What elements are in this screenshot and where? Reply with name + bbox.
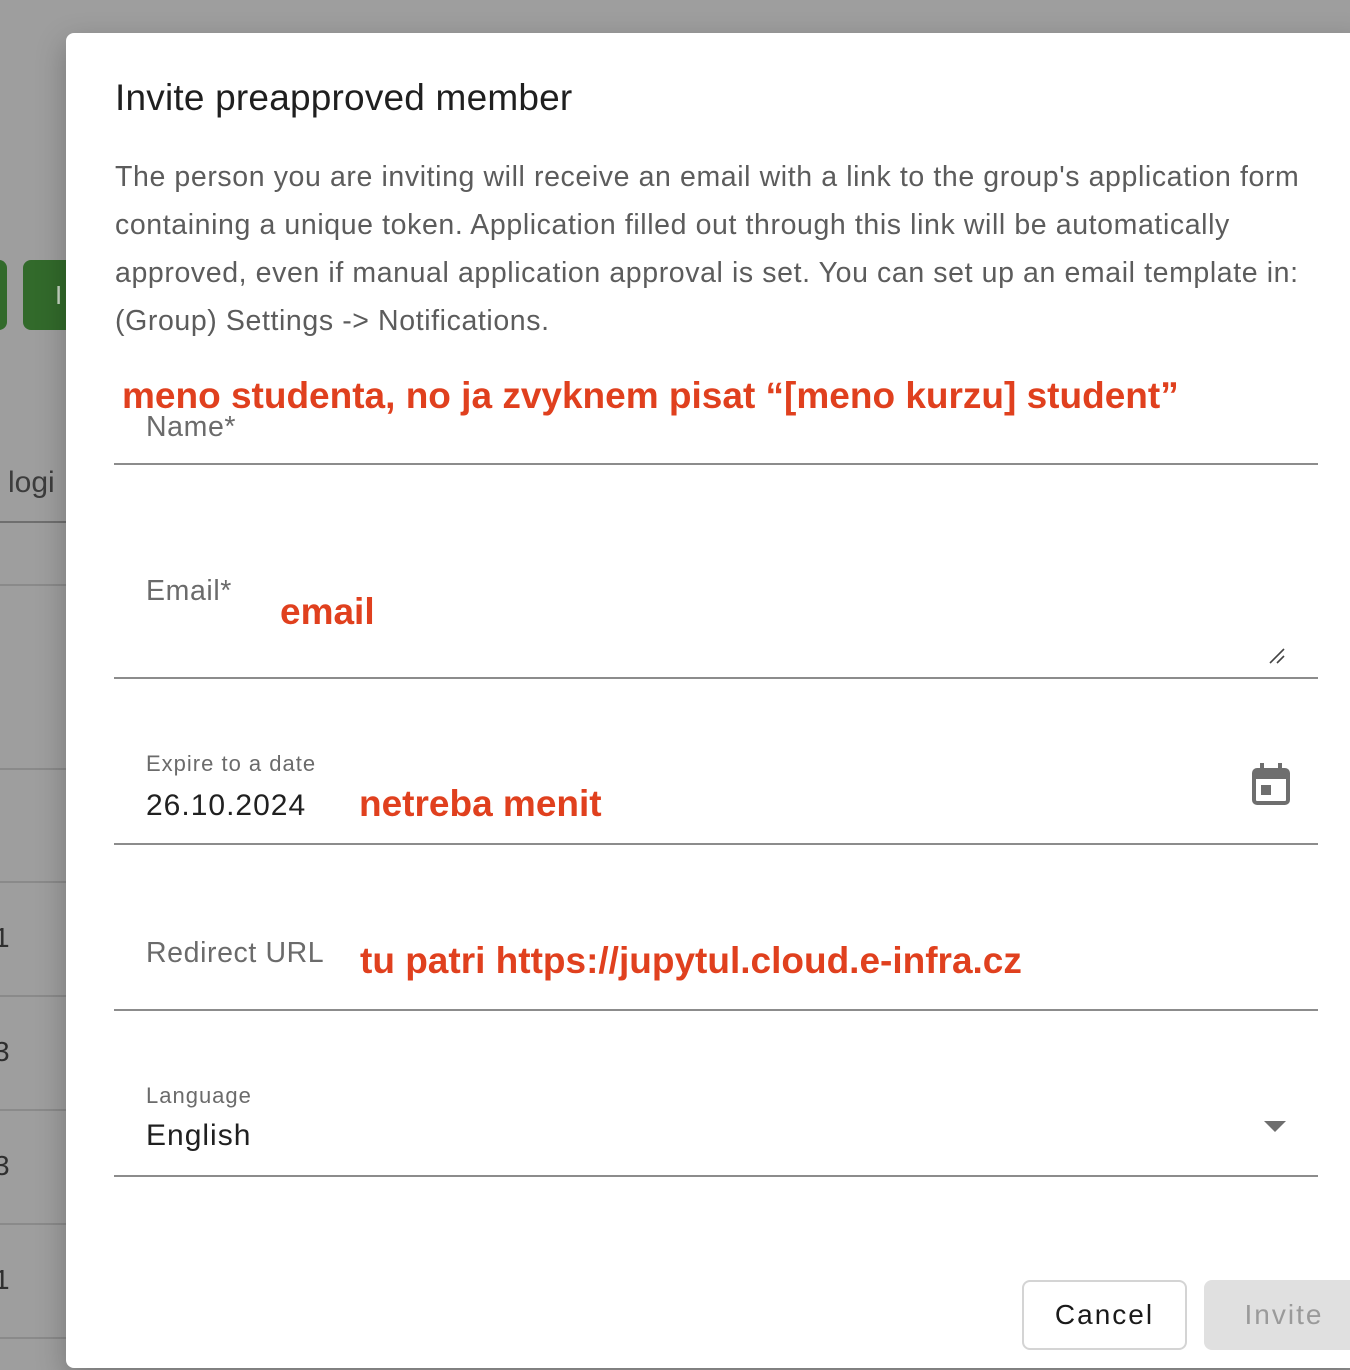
redirect-url-label: Redirect URL [146,937,325,969]
background-button-label: I [55,280,63,310]
background-page: I logi 1 3 3 1 [0,0,83,1370]
background-divider [0,1109,66,1111]
annotation-email-note: email [280,591,375,632]
annotation-redirect-note: tu patri https://jupytul.cloud.e-infra.c… [360,940,1022,981]
background-divider [0,1223,66,1225]
language-value: English [146,1119,252,1152]
expire-date-label: Expire to a date [146,751,317,776]
background-divider [0,1337,66,1339]
background-divider [0,995,66,997]
background-divider [0,584,66,586]
calendar-icon[interactable] [1252,763,1290,805]
dropdown-arrow-icon[interactable] [1264,1121,1286,1133]
dialog-title: Invite preapproved member [115,77,573,118]
background-cell: 3 [0,1150,10,1181]
expire-date-value: 26.10.2024 [146,789,307,822]
invite-dialog: Invite preapproved member The person you… [66,33,1350,1368]
email-label: Email* [146,575,232,607]
background-divider [0,881,66,883]
language-select[interactable]: Language English [114,1073,1318,1177]
background-cell: 1 [0,1264,10,1295]
language-label: Language [146,1083,252,1108]
expire-date-field[interactable]: Expire to a date 26.10.2024 [114,733,1318,845]
background-cell: 1 [0,922,10,953]
invite-button[interactable]: Invite [1204,1280,1350,1350]
annotation-name-note: meno studenta, no ja zvyknem pisat “[men… [122,375,1179,416]
background-column-header: logi [8,466,55,499]
annotation-expire-note: netreba menit [359,783,602,824]
background-button [0,260,7,330]
background-divider [0,768,66,770]
background-divider [0,521,66,523]
resize-handle-icon[interactable] [1268,647,1286,665]
dialog-description: The person you are inviting will receive… [115,161,1300,337]
background-cell: 3 [0,1036,10,1067]
cancel-button[interactable]: Cancel [1022,1280,1187,1350]
